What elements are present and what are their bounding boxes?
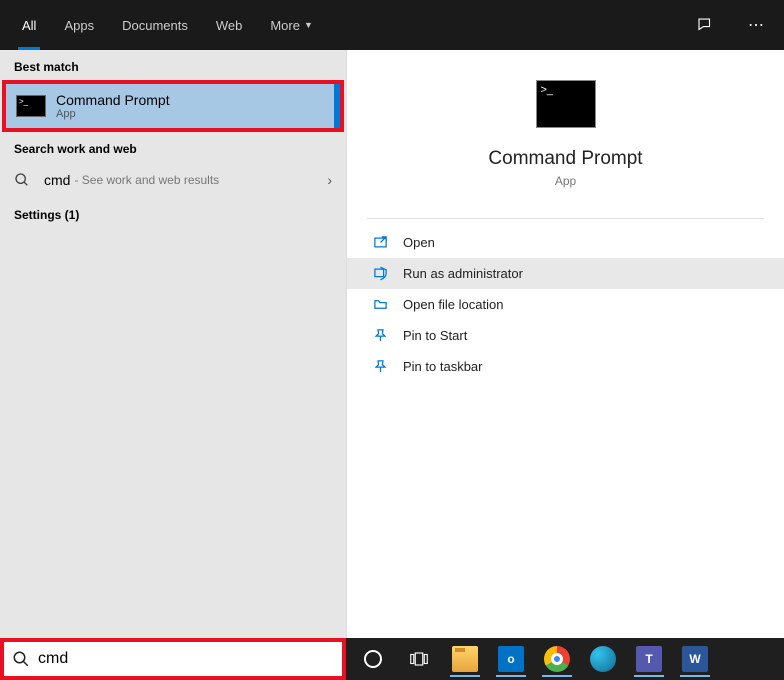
taskbar-word[interactable]: W [674,641,716,677]
cortana-button[interactable] [352,641,394,677]
settings-label: Settings (1) [0,198,346,228]
pin-icon [369,328,391,343]
best-match-highlight: Command Prompt App [2,80,344,132]
search-work-web-label: Search work and web [0,132,346,162]
search-box[interactable] [0,638,346,680]
action-pin-to-start[interactable]: Pin to Start [347,320,784,351]
results-column: Best match Command Prompt App Search wor… [0,50,346,638]
feedback-icon[interactable] [696,16,736,34]
web-term: cmd [44,172,70,188]
taskbar-teams[interactable]: T [628,641,670,677]
preview-title: Command Prompt [488,148,642,170]
search-filter-tabs: All Apps Documents Web More▼ ⋯ [0,0,784,50]
search-input[interactable] [38,650,334,668]
tab-more[interactable]: More▼ [256,0,327,50]
search-panel: Best match Command Prompt App Search wor… [0,50,784,638]
result-title: Command Prompt [56,92,170,108]
search-icon [12,650,30,668]
chevron-right-icon: › [327,172,332,188]
open-icon [369,235,391,250]
taskbar-outlook[interactable]: o [490,641,532,677]
action-label: Pin to taskbar [403,359,483,374]
word-icon: W [682,646,708,672]
taskbar-file-explorer[interactable] [444,641,486,677]
outlook-icon: o [498,646,524,672]
more-options-icon[interactable]: ⋯ [736,15,776,35]
command-prompt-icon [16,95,46,117]
taskbar: o T W [346,638,784,680]
teams-icon: T [636,646,662,672]
chevron-down-icon: ▼ [304,20,313,30]
action-label: Open [403,235,435,250]
action-label: Pin to Start [403,328,467,343]
preview-subtitle: App [555,174,576,188]
tab-documents[interactable]: Documents [108,0,202,50]
chrome-icon [544,646,570,672]
tab-apps[interactable]: Apps [50,0,108,50]
action-run-as-administrator[interactable]: Run as administrator [347,258,784,289]
divider [367,218,764,219]
action-label: Run as administrator [403,266,523,281]
folder-icon [369,297,391,312]
cortana-icon [364,650,382,668]
preview-column: Command Prompt App Open Run as administr… [346,50,784,638]
admin-icon [369,266,391,281]
taskbar-edge[interactable] [582,641,624,677]
task-view-icon [410,652,428,666]
web-hint: - See work and web results [74,173,219,187]
action-pin-to-taskbar[interactable]: Pin to taskbar [347,351,784,382]
search-icon [14,172,34,188]
file-explorer-icon [452,646,478,672]
command-prompt-icon-large [536,80,596,128]
best-match-label: Best match [0,50,346,80]
result-subtitle: App [56,108,170,120]
pin-icon [369,359,391,374]
task-view-button[interactable] [398,641,440,677]
result-command-prompt[interactable]: Command Prompt App [6,84,340,128]
action-open-file-location[interactable]: Open file location [347,289,784,320]
action-label: Open file location [403,297,503,312]
edge-icon [590,646,616,672]
tab-web[interactable]: Web [202,0,257,50]
taskbar-chrome[interactable] [536,641,578,677]
tab-all[interactable]: All [8,0,50,50]
web-result-cmd[interactable]: cmd - See work and web results › [0,162,346,198]
action-open[interactable]: Open [347,227,784,258]
